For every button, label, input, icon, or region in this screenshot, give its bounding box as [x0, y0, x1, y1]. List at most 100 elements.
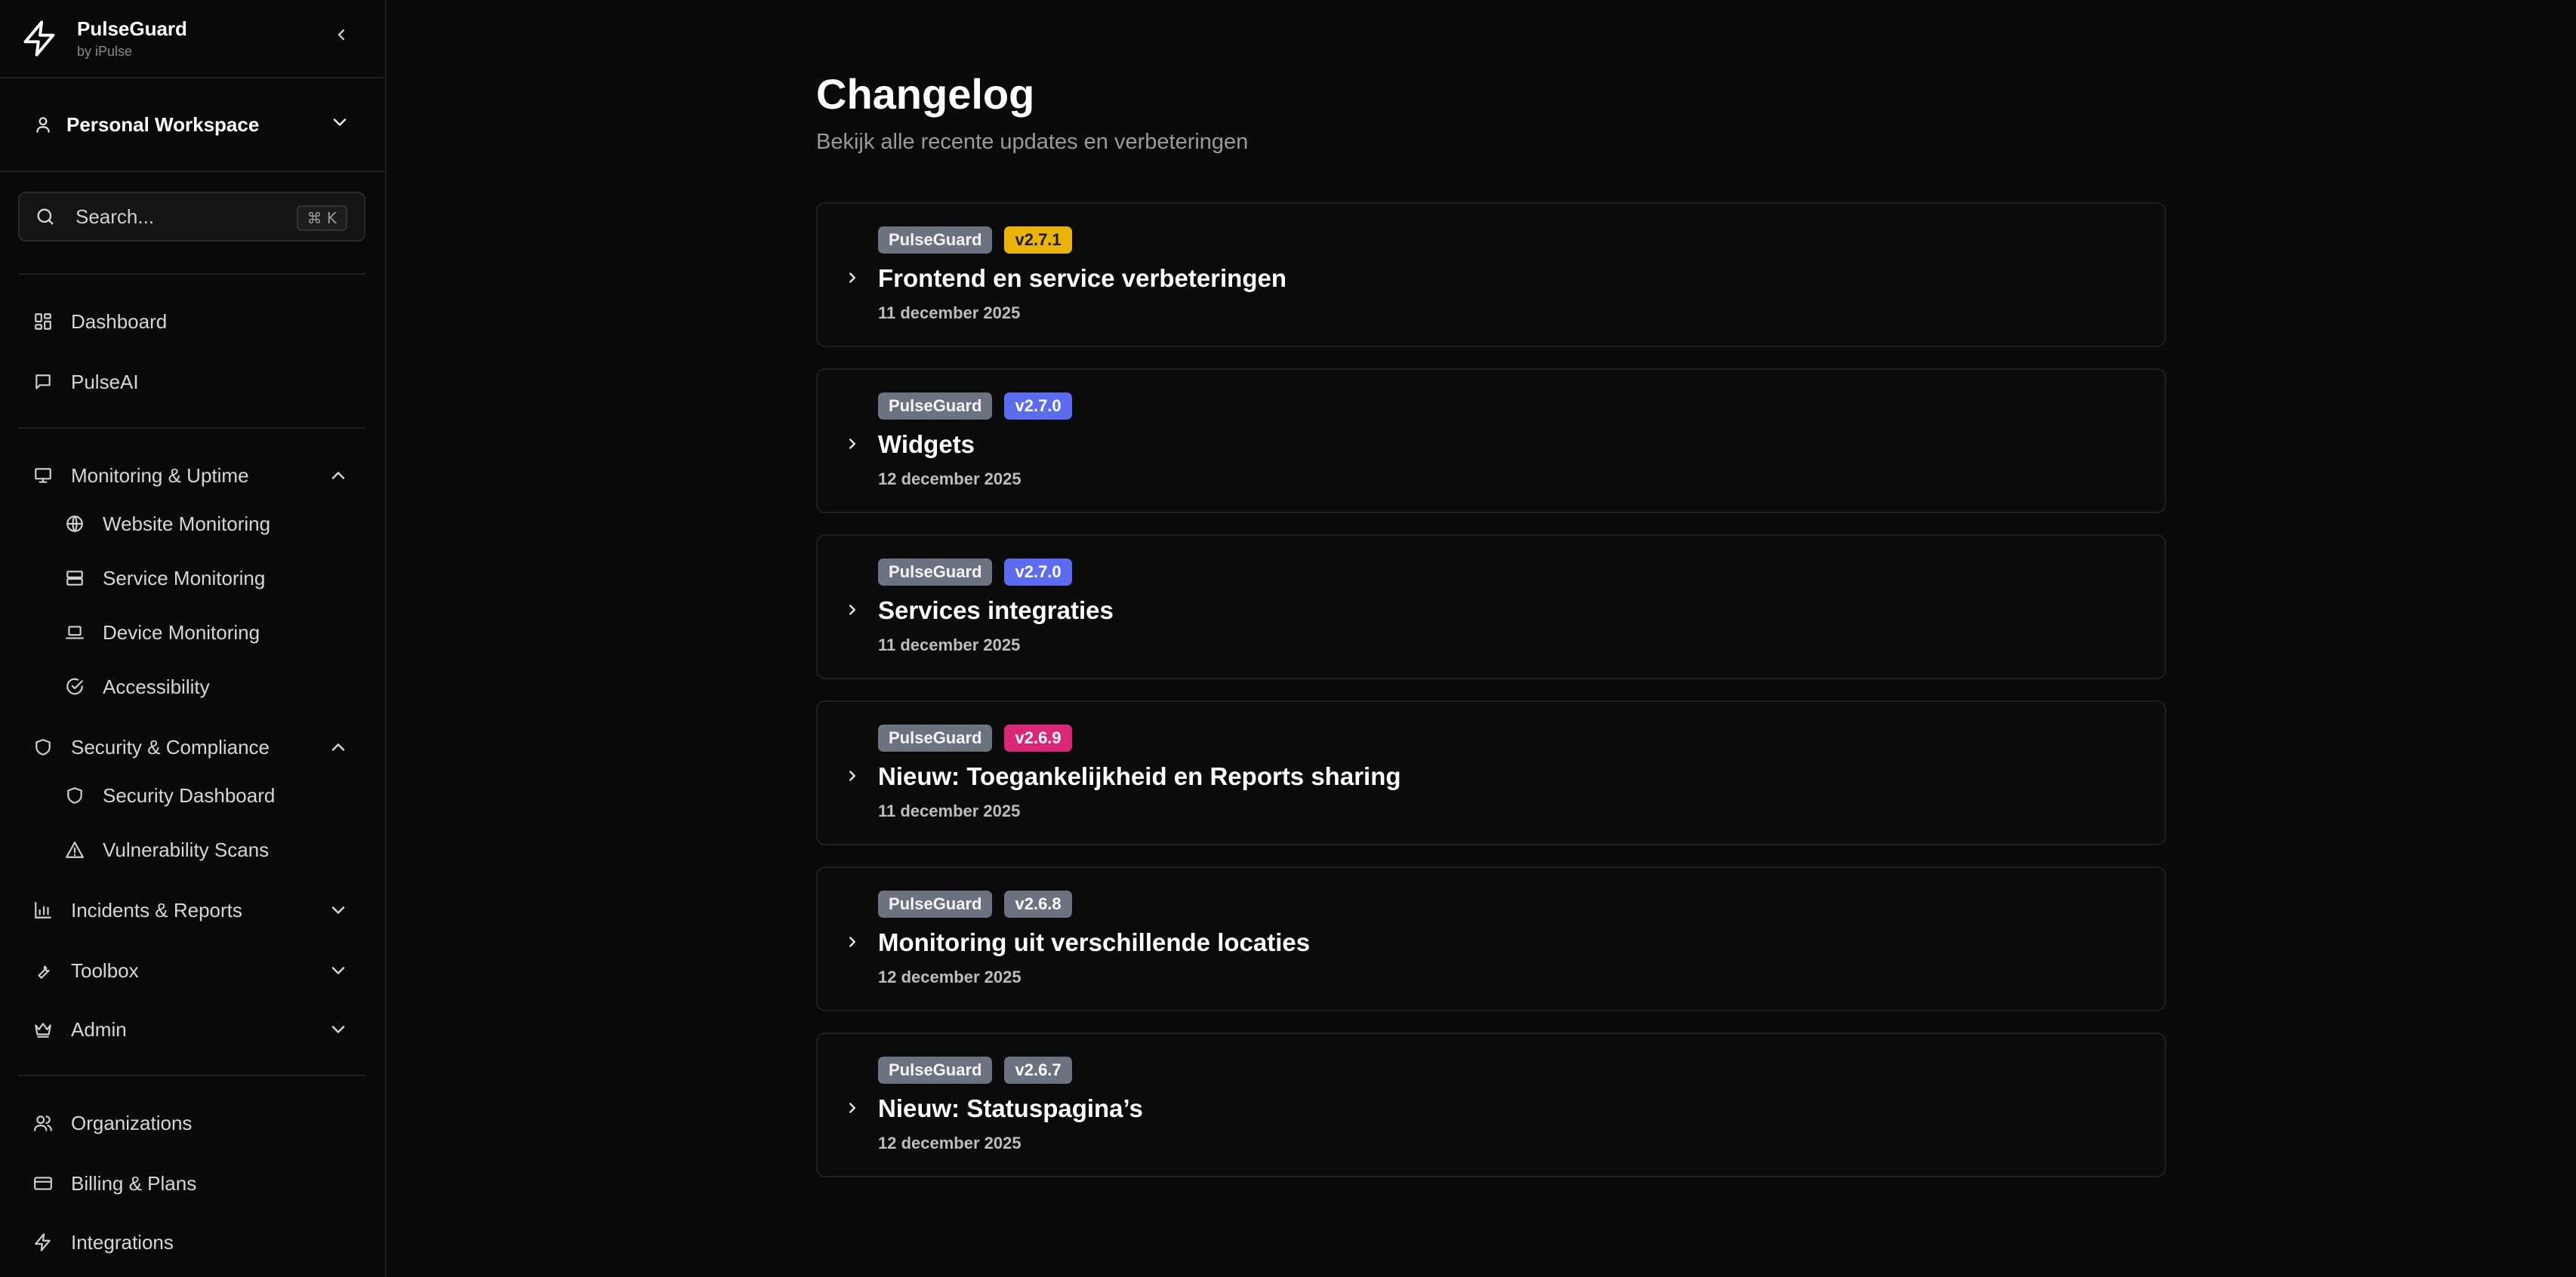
chevron-right-icon[interactable]	[839, 430, 866, 457]
bar-chart-icon	[33, 900, 53, 920]
product-badge: PulseGuard	[878, 226, 993, 254]
changelog-entry[interactable]: PulseGuard v2.6.8 Monitoring uit verschi…	[816, 866, 2166, 1011]
chevron-right-icon[interactable]	[839, 264, 866, 291]
sidebar-item-label: Accessibility	[103, 675, 210, 698]
lightning-icon	[33, 1232, 53, 1252]
main-content: Changelog Bekijk alle recente updates en…	[387, 0, 2576, 1277]
chevron-down-icon	[328, 900, 349, 921]
sidebar-group-toolbox[interactable]: Toolbox	[18, 949, 365, 992]
entry-date: 12 december 2025	[878, 469, 1021, 488]
version-badge: v2.7.0	[1004, 558, 1072, 586]
sidebar-group-label: Security & Compliance	[71, 735, 270, 759]
grid-icon	[33, 312, 53, 331]
page-title: Changelog	[816, 70, 1035, 118]
brand[interactable]: PulseGuard by iPulse	[20, 12, 367, 65]
entry-date: 11 december 2025	[878, 303, 1021, 322]
sidebar-group-label: Toolbox	[71, 959, 139, 982]
sidebar-item-label: Organizations	[71, 1111, 193, 1134]
entry-title: Services integraties	[878, 596, 1114, 624]
monitor-icon	[33, 466, 53, 485]
product-badge: PulseGuard	[878, 1057, 993, 1084]
sidebar-item-integrations[interactable]: Integrations	[18, 1221, 365, 1263]
chevron-right-icon[interactable]	[839, 762, 866, 789]
search-icon	[35, 206, 56, 227]
entry-title: Nieuw: Statuspagina’s	[878, 1094, 1143, 1122]
users-icon	[33, 1113, 53, 1133]
sidebar-item-billing[interactable]: Billing & Plans	[18, 1162, 365, 1205]
version-badge: v2.6.7	[1004, 1057, 1072, 1084]
shield-icon	[65, 786, 85, 805]
chevron-down-icon	[328, 960, 349, 981]
sidebar-item-service-monitoring[interactable]: Service Monitoring	[50, 557, 365, 599]
chevron-down-icon	[329, 112, 350, 133]
sidebar-item-accessibility[interactable]: Accessibility	[50, 666, 365, 708]
chat-icon	[33, 372, 53, 392]
sidebar-item-label: Integrations	[71, 1230, 174, 1254]
entry-title: Monitoring uit verschillende locaties	[878, 928, 1311, 956]
changelog-entry[interactable]: PulseGuard v2.7.0 Widgets 12 december 20…	[816, 368, 2166, 513]
lightning-logo-icon	[20, 18, 60, 59]
sidebar-item-label: Website Monitoring	[103, 512, 271, 535]
sidebar-item-website-monitoring[interactable]: Website Monitoring	[50, 503, 365, 545]
chevron-up-icon	[328, 737, 349, 758]
sidebar-item-label: Vulnerability Scans	[103, 838, 270, 861]
brand-byline: by iPulse	[77, 44, 133, 59]
server-icon	[65, 568, 85, 588]
globe-icon	[65, 514, 85, 534]
shield-icon	[33, 737, 53, 757]
version-badge: v2.6.9	[1004, 725, 1072, 752]
page-subtitle: Bekijk alle recente updates en verbeteri…	[816, 130, 1249, 154]
credit-card-icon	[33, 1174, 53, 1193]
chevron-right-icon[interactable]	[839, 1094, 866, 1122]
sidebar-item-vulnerability-scans[interactable]: Vulnerability Scans	[50, 829, 365, 871]
sidebar-item-organizations[interactable]: Organizations	[18, 1102, 365, 1144]
changelog-entry[interactable]: PulseGuard v2.7.0 Services integraties 1…	[816, 534, 2166, 679]
warning-triangle-icon	[65, 840, 85, 860]
changelog-entry[interactable]: PulseGuard v2.7.1 Frontend en service ve…	[816, 202, 2166, 347]
sidebar-item-label: Billing & Plans	[71, 1171, 197, 1195]
version-badge: v2.7.1	[1004, 226, 1072, 254]
workspace-label: Personal Workspace	[66, 112, 260, 136]
entry-date: 11 december 2025	[878, 635, 1021, 654]
divider	[18, 427, 365, 429]
product-badge: PulseGuard	[878, 392, 993, 420]
sidebar-group-admin[interactable]: Admin	[18, 1008, 365, 1051]
chevron-up-icon	[328, 465, 349, 486]
changelog-entry[interactable]: PulseGuard v2.6.9 Nieuw: Toegankelijkhei…	[816, 700, 2166, 845]
search-placeholder: Search...	[75, 205, 155, 228]
sidebar-group-incidents[interactable]: Incidents & Reports	[18, 889, 365, 931]
workspace-switcher[interactable]: Personal Workspace	[18, 106, 365, 143]
divider	[18, 1075, 365, 1076]
check-circle-icon	[65, 677, 85, 697]
sidebar-item-label: Dashboard	[71, 309, 168, 333]
wrench-icon	[33, 961, 53, 980]
sidebar-item-label: Service Monitoring	[103, 566, 266, 589]
sidebar-group-label: Incidents & Reports	[71, 898, 242, 922]
sidebar-item-label: Security Dashboard	[103, 783, 276, 807]
brand-name: PulseGuard	[77, 17, 187, 40]
sidebar-item-label: Device Monitoring	[103, 620, 260, 644]
entry-title: Frontend en service verbeteringen	[878, 264, 1287, 292]
chevron-right-icon[interactable]	[839, 596, 866, 623]
entry-title: Nieuw: Toegankelijkheid en Reports shari…	[878, 762, 1401, 790]
entry-date: 12 december 2025	[878, 1134, 1021, 1152]
changelog-entry[interactable]: PulseGuard v2.6.7 Nieuw: Statuspagina’s …	[816, 1032, 2166, 1177]
divider	[18, 273, 365, 275]
chevron-right-icon[interactable]	[839, 928, 866, 955]
sidebar-item-security-dashboard[interactable]: Security Dashboard	[50, 774, 365, 817]
sidebar-item-label: PulseAI	[71, 370, 139, 393]
divider	[0, 171, 387, 172]
product-badge: PulseGuard	[878, 891, 993, 918]
sidebar-group-security[interactable]: Security & Compliance	[18, 726, 365, 768]
sidebar-item-dashboard[interactable]: Dashboard	[18, 300, 365, 343]
chevron-left-icon	[337, 29, 345, 41]
entry-date: 12 december 2025	[878, 968, 1021, 986]
sidebar-group-monitoring[interactable]: Monitoring & Uptime	[18, 454, 365, 497]
sidebar-item-device-monitoring[interactable]: Device Monitoring	[50, 611, 365, 654]
search-input[interactable]: Search... ⌘ K	[18, 192, 365, 242]
collapse-sidebar-button[interactable]	[326, 20, 356, 50]
search-shortcut: ⌘ K	[296, 205, 347, 231]
version-badge: v2.6.8	[1004, 891, 1072, 918]
entry-title: Widgets	[878, 430, 975, 458]
sidebar-item-pulseai[interactable]: PulseAI	[18, 361, 365, 403]
